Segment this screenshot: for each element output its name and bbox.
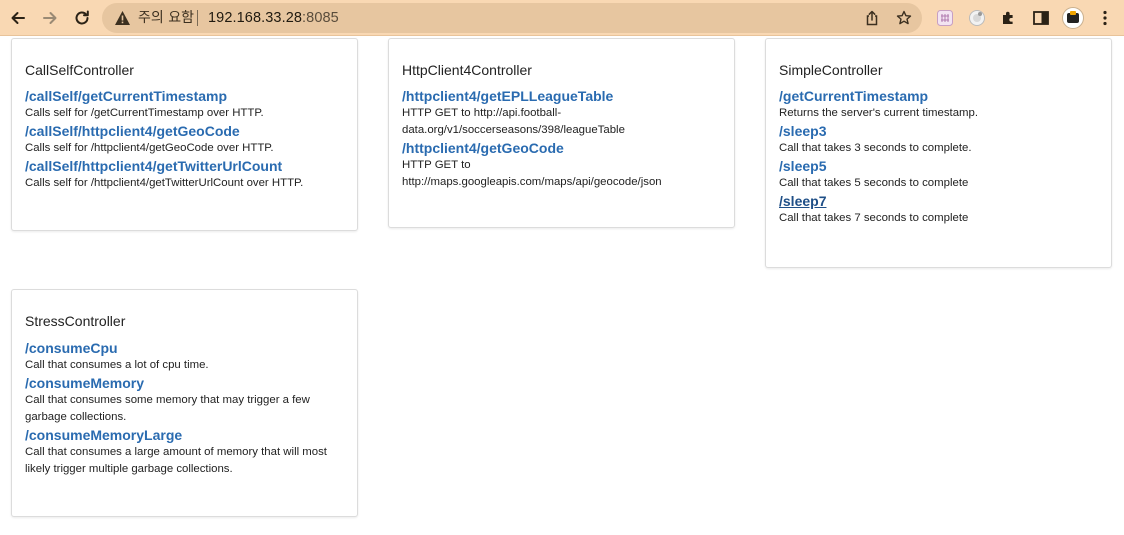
endpoint-link[interactable]: /sleep5: [779, 157, 1098, 175]
reload-icon: [75, 10, 89, 25]
endpoint-description: Call that takes 5 seconds to complete: [779, 177, 969, 189]
reload-button[interactable]: [71, 7, 93, 29]
endpoint-description: HTTP GET to http://maps.googleapis.com/m…: [402, 159, 662, 188]
browser-toolbar: 주의 요함 192.168.33.28:8085: [0, 0, 1124, 36]
endpoint-link[interactable]: /sleep3: [779, 122, 1098, 140]
address-bar[interactable]: 주의 요함 192.168.33.28:8085: [102, 3, 922, 33]
endpoint-link[interactable]: /callSelf/httpclient4/getTwitterUrlCount: [25, 157, 344, 175]
extension-grid-icon[interactable]: [935, 8, 955, 28]
panel-title: CallSelfController: [25, 62, 134, 78]
endpoint-link[interactable]: /consumeMemory: [25, 374, 344, 392]
endpoint-description: HTTP GET to http://api.football-data.org…: [402, 107, 625, 136]
forward-arrow-icon: [43, 12, 57, 24]
url-text[interactable]: 192.168.33.28:8085: [208, 10, 339, 26]
puzzle-icon[interactable]: [999, 8, 1019, 28]
omnibox-divider: [197, 10, 198, 26]
panel-stress-controller: StressController /consumeCpu Call that c…: [11, 289, 358, 517]
endpoint-description: Calls self for /getCurrentTimestamp over…: [25, 107, 264, 119]
avatar-image-accent: [1070, 11, 1076, 15]
avatar[interactable]: [1062, 7, 1084, 29]
warning-triangle-icon[interactable]: [114, 10, 131, 26]
endpoint-link[interactable]: /callSelf/httpclient4/getGeoCode: [25, 122, 344, 140]
panel-title: SimpleController: [779, 62, 883, 78]
back-button[interactable]: [7, 7, 29, 29]
endpoint-description: Calls self for /httpclient4/getTwitterUr…: [25, 177, 304, 189]
security-status-label[interactable]: 주의 요함: [138, 10, 194, 26]
extension-profile-icon[interactable]: [967, 8, 987, 28]
star-icon[interactable]: [896, 10, 912, 26]
endpoint-description: Call that takes 7 seconds to complete: [779, 212, 969, 224]
panel-callself-controller: CallSelfController /callSelf/getCurrentT…: [11, 38, 358, 231]
endpoint-description: Call that consumes a lot of cpu time.: [25, 359, 209, 371]
endpoint-link[interactable]: /httpclient4/getEPLLeagueTable: [402, 87, 721, 105]
endpoint-link[interactable]: /consumeMemoryLarge: [25, 426, 344, 444]
back-arrow-icon: [11, 12, 25, 24]
panel-httpclient4-controller: HttpClient4Controller /httpclient4/getEP…: [388, 38, 735, 228]
endpoint-link[interactable]: /sleep7: [779, 192, 1098, 210]
endpoint-link[interactable]: /callSelf/getCurrentTimestamp: [25, 87, 344, 105]
share-icon[interactable]: [864, 10, 880, 26]
endpoint-link[interactable]: /getCurrentTimestamp: [779, 87, 1098, 105]
endpoint-description: Returns the server's current timestamp.: [779, 107, 979, 119]
panel-title: StressController: [25, 313, 126, 329]
endpoint-description: Call that consumes a large amount of mem…: [25, 446, 327, 475]
endpoint-link[interactable]: /httpclient4/getGeoCode: [402, 139, 721, 157]
side-panel-icon[interactable]: [1031, 8, 1051, 28]
endpoint-description: Call that takes 3 seconds to complete.: [779, 142, 972, 154]
endpoint-description: Calls self for /httpclient4/getGeoCode o…: [25, 142, 274, 154]
url-port: :8085: [302, 10, 339, 26]
panel-title: HttpClient4Controller: [402, 62, 532, 78]
url-host: 192.168.33.28: [208, 10, 303, 26]
forward-button[interactable]: [39, 7, 61, 29]
panel-simple-controller: SimpleController /getCurrentTimestamp Re…: [765, 38, 1112, 268]
endpoint-description: Call that consumes some memory that may …: [25, 394, 310, 423]
kebab-menu-icon[interactable]: [1095, 8, 1115, 28]
endpoint-link[interactable]: /consumeCpu: [25, 339, 344, 357]
